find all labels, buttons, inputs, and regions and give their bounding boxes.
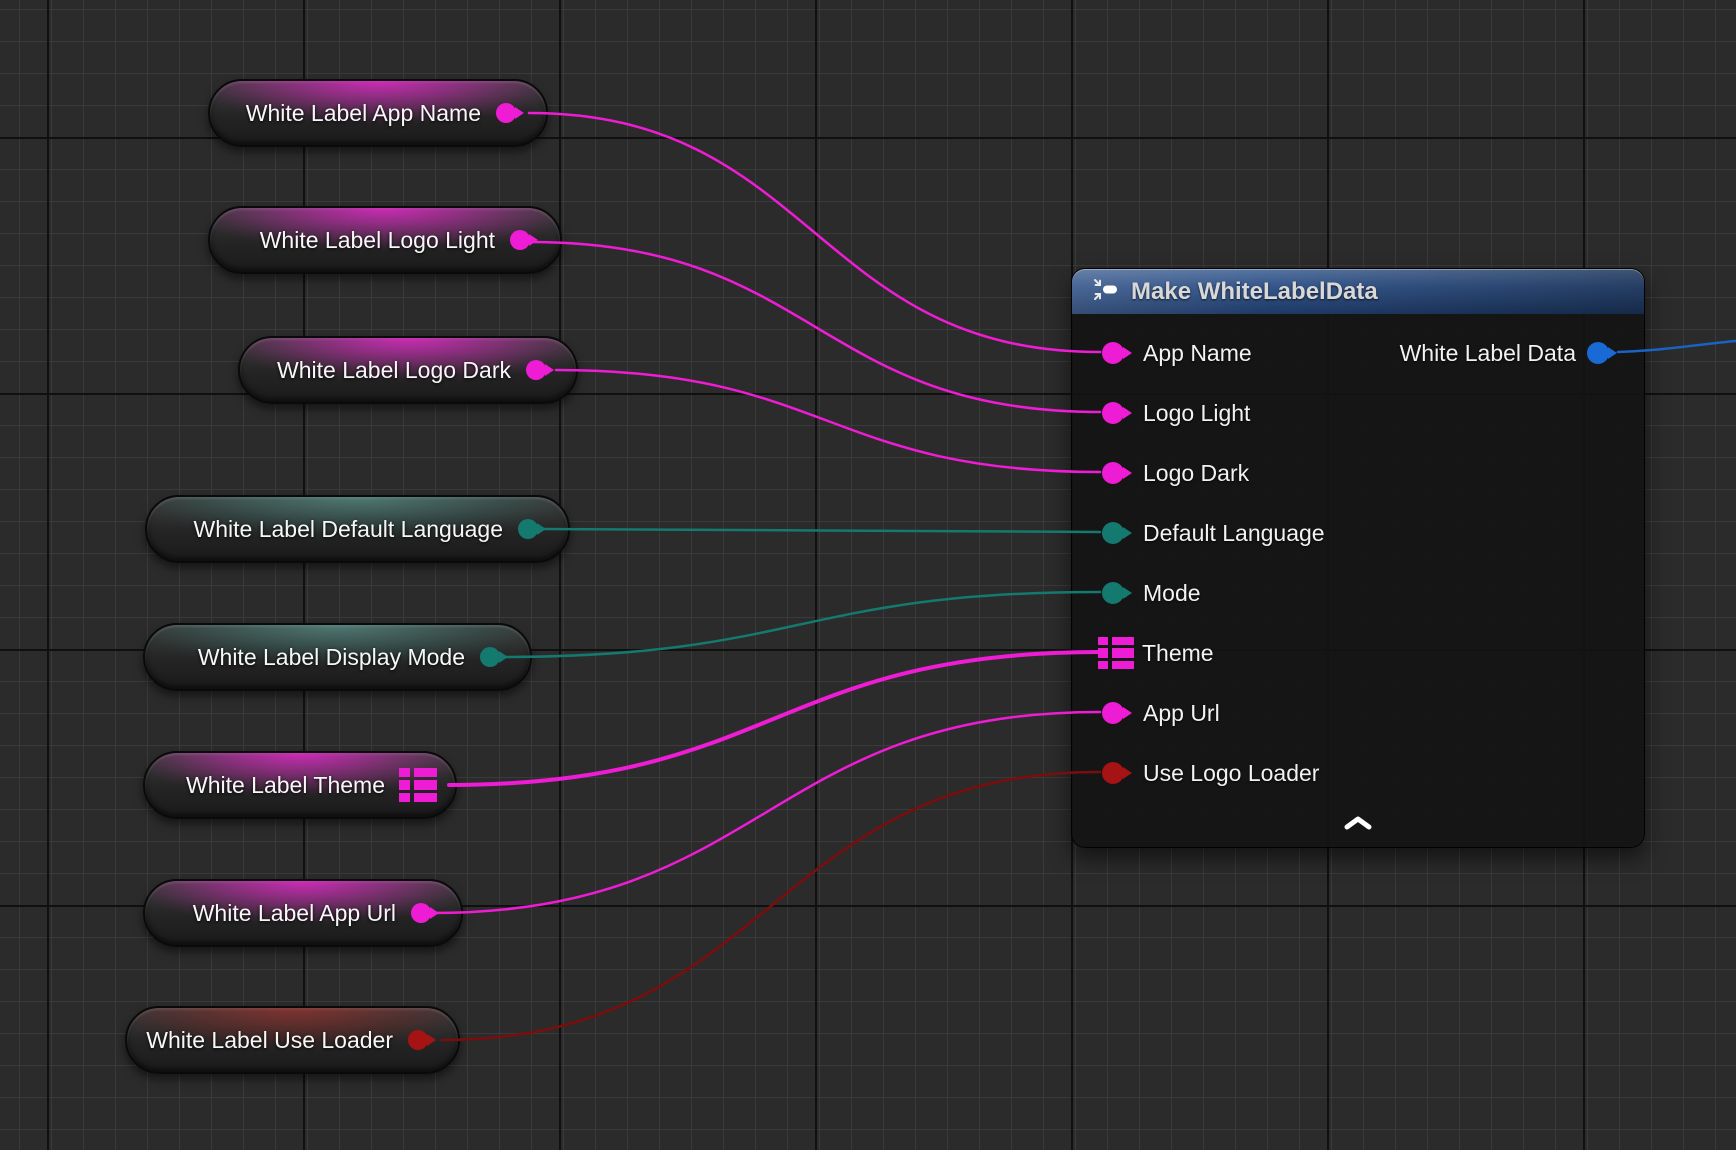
variable-label: White Label App Name <box>246 100 481 127</box>
node-title: Make WhiteLabelData <box>1131 278 1378 306</box>
string-input-pin[interactable] <box>1101 399 1135 427</box>
pin-row-logo-dark: Logo Dark <box>1072 443 1644 503</box>
variable-label: White Label Logo Dark <box>277 357 511 384</box>
enum-input-pin[interactable] <box>1101 579 1135 607</box>
struct-pin-icon[interactable] <box>1098 637 1134 670</box>
variable-node-white-label-logo-light[interactable]: White Label Logo Light <box>208 206 562 274</box>
variable-node-white-label-display-mode[interactable]: White Label Display Mode <box>143 623 532 691</box>
string-output-pin[interactable] <box>525 357 558 383</box>
string-input-pin[interactable] <box>1101 459 1135 487</box>
blueprint-graph-canvas[interactable]: White Label App Name White Label Logo Li… <box>0 0 1736 1150</box>
enum-input-pin[interactable] <box>1101 519 1135 547</box>
pin-row-default-language: Default Language <box>1072 503 1644 563</box>
pin-label: App Name <box>1143 340 1252 367</box>
variable-node-white-label-default-language[interactable]: White Label Default Language <box>145 495 570 563</box>
pin-label: Default Language <box>1143 520 1325 547</box>
string-input-pin[interactable] <box>1101 339 1135 367</box>
variable-node-white-label-app-url[interactable]: White Label App Url <box>143 879 463 947</box>
variable-label: White Label Default Language <box>194 516 503 543</box>
string-input-pin[interactable] <box>1101 699 1135 727</box>
struct-pin-icon[interactable] <box>399 767 437 803</box>
wire-app-url[interactable] <box>431 712 1100 913</box>
pin-row-app-name: App Name White Label Data <box>1072 323 1644 383</box>
pin-label: App Url <box>1143 700 1220 727</box>
node-pin-rows: App Name White Label Data Logo Light Log… <box>1072 314 1644 803</box>
wire-app-name[interactable] <box>529 113 1100 352</box>
variable-label: White Label App Url <box>193 900 396 927</box>
object-output-pin[interactable] <box>1586 339 1620 367</box>
collapse-advanced-pins-button[interactable] <box>1072 803 1644 847</box>
variable-label: White Label Use Loader <box>146 1027 393 1054</box>
wire-logo-dark[interactable] <box>556 370 1100 472</box>
variable-label: White Label Display Mode <box>198 644 465 671</box>
node-header[interactable]: Make WhiteLabelData <box>1072 269 1644 314</box>
pin-label: Mode <box>1143 580 1201 607</box>
make-struct-icon <box>1092 276 1119 308</box>
pin-label: Theme <box>1142 640 1214 667</box>
pin-label: Logo Dark <box>1143 460 1249 487</box>
variable-label: White Label Logo Light <box>260 227 495 254</box>
pin-label: Use Logo Loader <box>1143 760 1319 787</box>
chevron-up-icon <box>1344 816 1372 835</box>
wire-display-mode[interactable] <box>500 592 1100 657</box>
pin-row-logo-light: Logo Light <box>1072 383 1644 443</box>
variable-label: White Label Theme <box>186 772 385 799</box>
output-pin-label: White Label Data <box>1400 340 1576 367</box>
string-output-pin[interactable] <box>509 227 542 253</box>
string-output-pin[interactable] <box>495 100 528 126</box>
variable-node-white-label-use-loader[interactable]: White Label Use Loader <box>125 1006 460 1074</box>
bool-input-pin[interactable] <box>1101 759 1135 787</box>
pin-label: Logo Light <box>1143 400 1250 427</box>
variable-node-white-label-app-name[interactable]: White Label App Name <box>208 79 548 147</box>
pin-row-mode: Mode <box>1072 563 1644 623</box>
pin-row-theme: Theme <box>1072 623 1644 683</box>
make-whitelabeldata-node[interactable]: Make WhiteLabelData App Name White Label… <box>1071 268 1645 848</box>
pin-row-app-url: App Url <box>1072 683 1644 743</box>
variable-node-white-label-theme[interactable]: White Label Theme <box>143 751 457 819</box>
wire-default-language[interactable] <box>544 529 1100 532</box>
wire-use-loader[interactable] <box>442 772 1100 1040</box>
pin-row-use-logo-loader: Use Logo Loader <box>1072 743 1644 803</box>
bool-output-pin[interactable] <box>407 1027 440 1053</box>
wire-logo-light[interactable] <box>531 242 1100 412</box>
variable-node-white-label-logo-dark[interactable]: White Label Logo Dark <box>238 336 578 404</box>
